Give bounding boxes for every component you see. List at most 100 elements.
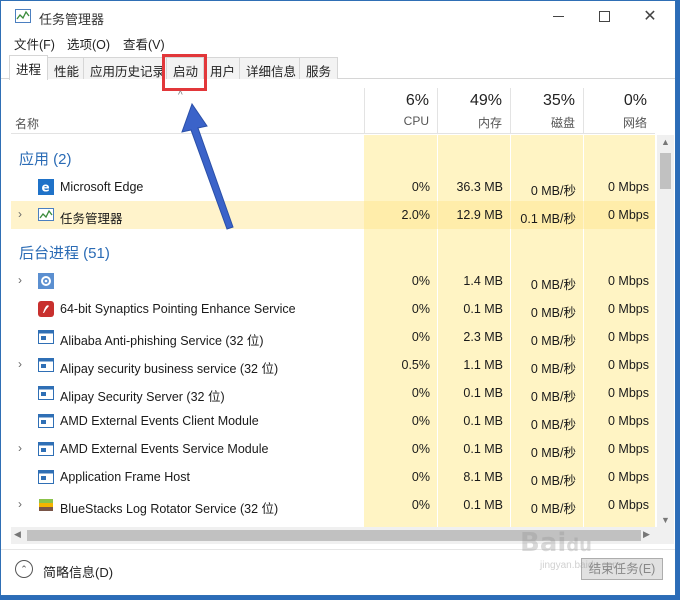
cpu-total: 6%	[405, 92, 429, 109]
baidu-watermark: Baidu	[520, 528, 592, 558]
scroll-left-icon[interactable]: ◀	[14, 529, 21, 540]
app-window-icon	[38, 441, 54, 457]
baidu-watermark-site: jingyan.baidu.com	[540, 560, 621, 571]
less-details-link[interactable]: 简略信息(D)	[43, 562, 113, 581]
bluestacks-icon	[38, 497, 54, 513]
app-window-icon	[38, 357, 54, 373]
process-network: 0 Mbps	[608, 414, 649, 428]
process-row[interactable]: › 任务管理器 2.0% 12.9 MB 0.1 MB/秒 0 Mbps	[11, 201, 655, 229]
process-row[interactable]: › AMD External Events Service Module 0% 0.1…	[11, 435, 655, 463]
process-row[interactable]: › 0% 1.4 MB 0 MB/秒 0 Mbps	[11, 267, 655, 295]
process-cpu: 0%	[411, 386, 430, 400]
menu-view[interactable]: 查看(V)	[123, 34, 165, 53]
process-disk: 0 MB/秒	[530, 184, 576, 198]
scroll-down-icon[interactable]: ▼	[661, 515, 670, 525]
network-label: 网络	[622, 116, 647, 130]
menu-file[interactable]: 文件(F)	[14, 34, 55, 53]
process-cpu: 0.5%	[401, 358, 431, 372]
process-disk: 0 MB/秒	[530, 446, 576, 460]
scroll-right-icon[interactable]: ▶	[643, 529, 650, 540]
process-disk: 0 MB/秒	[530, 474, 576, 488]
expand-chevron-icon[interactable]: ›	[18, 273, 22, 287]
process-network: 0 Mbps	[608, 442, 649, 456]
process-row[interactable]: Alibaba Anti-phishing Service (32 位) 0% 2.…	[11, 323, 655, 351]
process-cpu: 0%	[411, 442, 430, 456]
tab-processes[interactable]: 进程	[9, 55, 49, 80]
edge-icon: e	[38, 179, 54, 195]
expand-chevron-icon[interactable]: ›	[18, 357, 22, 371]
expand-chevron-icon[interactable]: ›	[18, 441, 22, 455]
process-cpu: 0%	[411, 470, 430, 484]
process-network: 0 Mbps	[608, 470, 649, 484]
process-name: Application Frame Host	[60, 470, 190, 484]
chevron-up-icon[interactable]: ⌃	[15, 560, 33, 578]
process-row[interactable]: AMD External Events Client Module 0% 0.1 M…	[11, 407, 655, 435]
app-window-icon	[38, 469, 54, 485]
process-row[interactable]: Alipay Security Server (32 位) 0% 0.1 MB 0 M…	[11, 379, 655, 407]
process-name: Alipay Security Server (32 位)	[60, 390, 225, 404]
group-apps-header: 应用 (2)	[19, 151, 72, 168]
column-memory[interactable]: 49% 内存	[437, 88, 510, 134]
process-disk: 0 MB/秒	[530, 502, 576, 516]
column-network[interactable]: 0% 网络	[583, 88, 655, 134]
tab-performance[interactable]: 性能	[47, 57, 87, 79]
task-manager-icon	[15, 9, 31, 23]
app-window-icon	[38, 329, 54, 345]
process-name: AMD External Events Service Module	[60, 442, 269, 456]
process-memory: 0.1 MB	[463, 302, 503, 316]
memory-total: 49%	[469, 92, 502, 109]
process-row[interactable]: 64-bit Synaptics Pointing Enhance Servic…	[11, 295, 655, 323]
close-button[interactable]: ✕	[627, 1, 673, 32]
scroll-up-icon[interactable]: ▲	[661, 137, 670, 147]
menu-options[interactable]: 选项(O)	[67, 34, 110, 53]
process-cpu: 0%	[411, 274, 430, 288]
column-name[interactable]: 名称	[15, 115, 39, 132]
app-window-icon	[38, 385, 54, 401]
process-network: 0 Mbps	[608, 330, 649, 344]
process-name: Alipay security business service (32 位)	[60, 362, 279, 376]
process-memory: 0.1 MB	[463, 442, 503, 456]
process-disk: 0.1 MB/秒	[520, 212, 576, 226]
process-network: 0 Mbps	[608, 498, 649, 512]
tab-details[interactable]: 详细信息	[239, 57, 304, 79]
process-row[interactable]: › BlueStacks Log Rotator Service (32 位) 0%…	[11, 491, 655, 519]
window-title: 任务管理器	[39, 12, 105, 27]
column-disk[interactable]: 35% 磁盘	[510, 88, 583, 134]
process-name: BlueStacks Log Rotator Service (32 位)	[60, 502, 279, 516]
minimize-button[interactable]	[535, 1, 581, 32]
menu-bar: 文件(F) 选项(O) 查看(V)	[1, 32, 675, 52]
tab-app-history[interactable]: 应用历史记录	[83, 57, 173, 79]
process-memory: 1.4 MB	[463, 274, 503, 288]
startup-tab-highlight	[162, 54, 207, 91]
disk-label: 磁盘	[550, 116, 575, 130]
process-network: 0 Mbps	[608, 180, 649, 194]
expand-chevron-icon[interactable]: ›	[18, 207, 22, 221]
process-memory: 8.1 MB	[463, 470, 503, 484]
tab-users[interactable]: 用户	[203, 57, 243, 79]
process-memory: 2.3 MB	[463, 330, 503, 344]
column-cpu[interactable]: 6% CPU	[364, 88, 437, 134]
process-memory: 0.1 MB	[463, 498, 503, 512]
process-row[interactable]: e Microsoft Edge 0% 36.3 MB 0 MB/秒 0 Mbps	[11, 173, 655, 201]
process-network: 0 Mbps	[608, 274, 649, 288]
process-cpu: 0%	[411, 180, 430, 194]
process-name: 任务管理器	[60, 212, 123, 226]
vertical-scrollbar[interactable]: ▲ ▼	[657, 135, 674, 527]
memory-label: 内存	[477, 116, 502, 130]
gear-icon	[38, 273, 54, 289]
app-window-icon	[38, 413, 54, 429]
process-cpu: 0%	[411, 302, 430, 316]
maximize-icon	[598, 11, 610, 22]
process-row[interactable]: Application Frame Host 0% 8.1 MB 0 MB/秒 0 Mb…	[11, 463, 655, 491]
tab-services[interactable]: 服务	[299, 57, 339, 79]
process-cpu: 0%	[411, 498, 430, 512]
process-cpu: 0%	[411, 330, 430, 344]
process-row[interactable]: › Alipay security business service (32 位)…	[11, 351, 655, 379]
vertical-scroll-thumb[interactable]	[660, 153, 671, 189]
expand-chevron-icon[interactable]: ›	[18, 497, 22, 511]
process-disk: 0 MB/秒	[530, 334, 576, 348]
title-bar: 任务管理器 ✕	[1, 1, 675, 32]
task-manager-window: 任务管理器 ✕ 文件(F) 选项(O) 查看(V) 进程 性能 应用历史记录 启…	[0, 0, 676, 596]
process-memory: 0.1 MB	[463, 414, 503, 428]
maximize-button[interactable]	[581, 1, 627, 32]
